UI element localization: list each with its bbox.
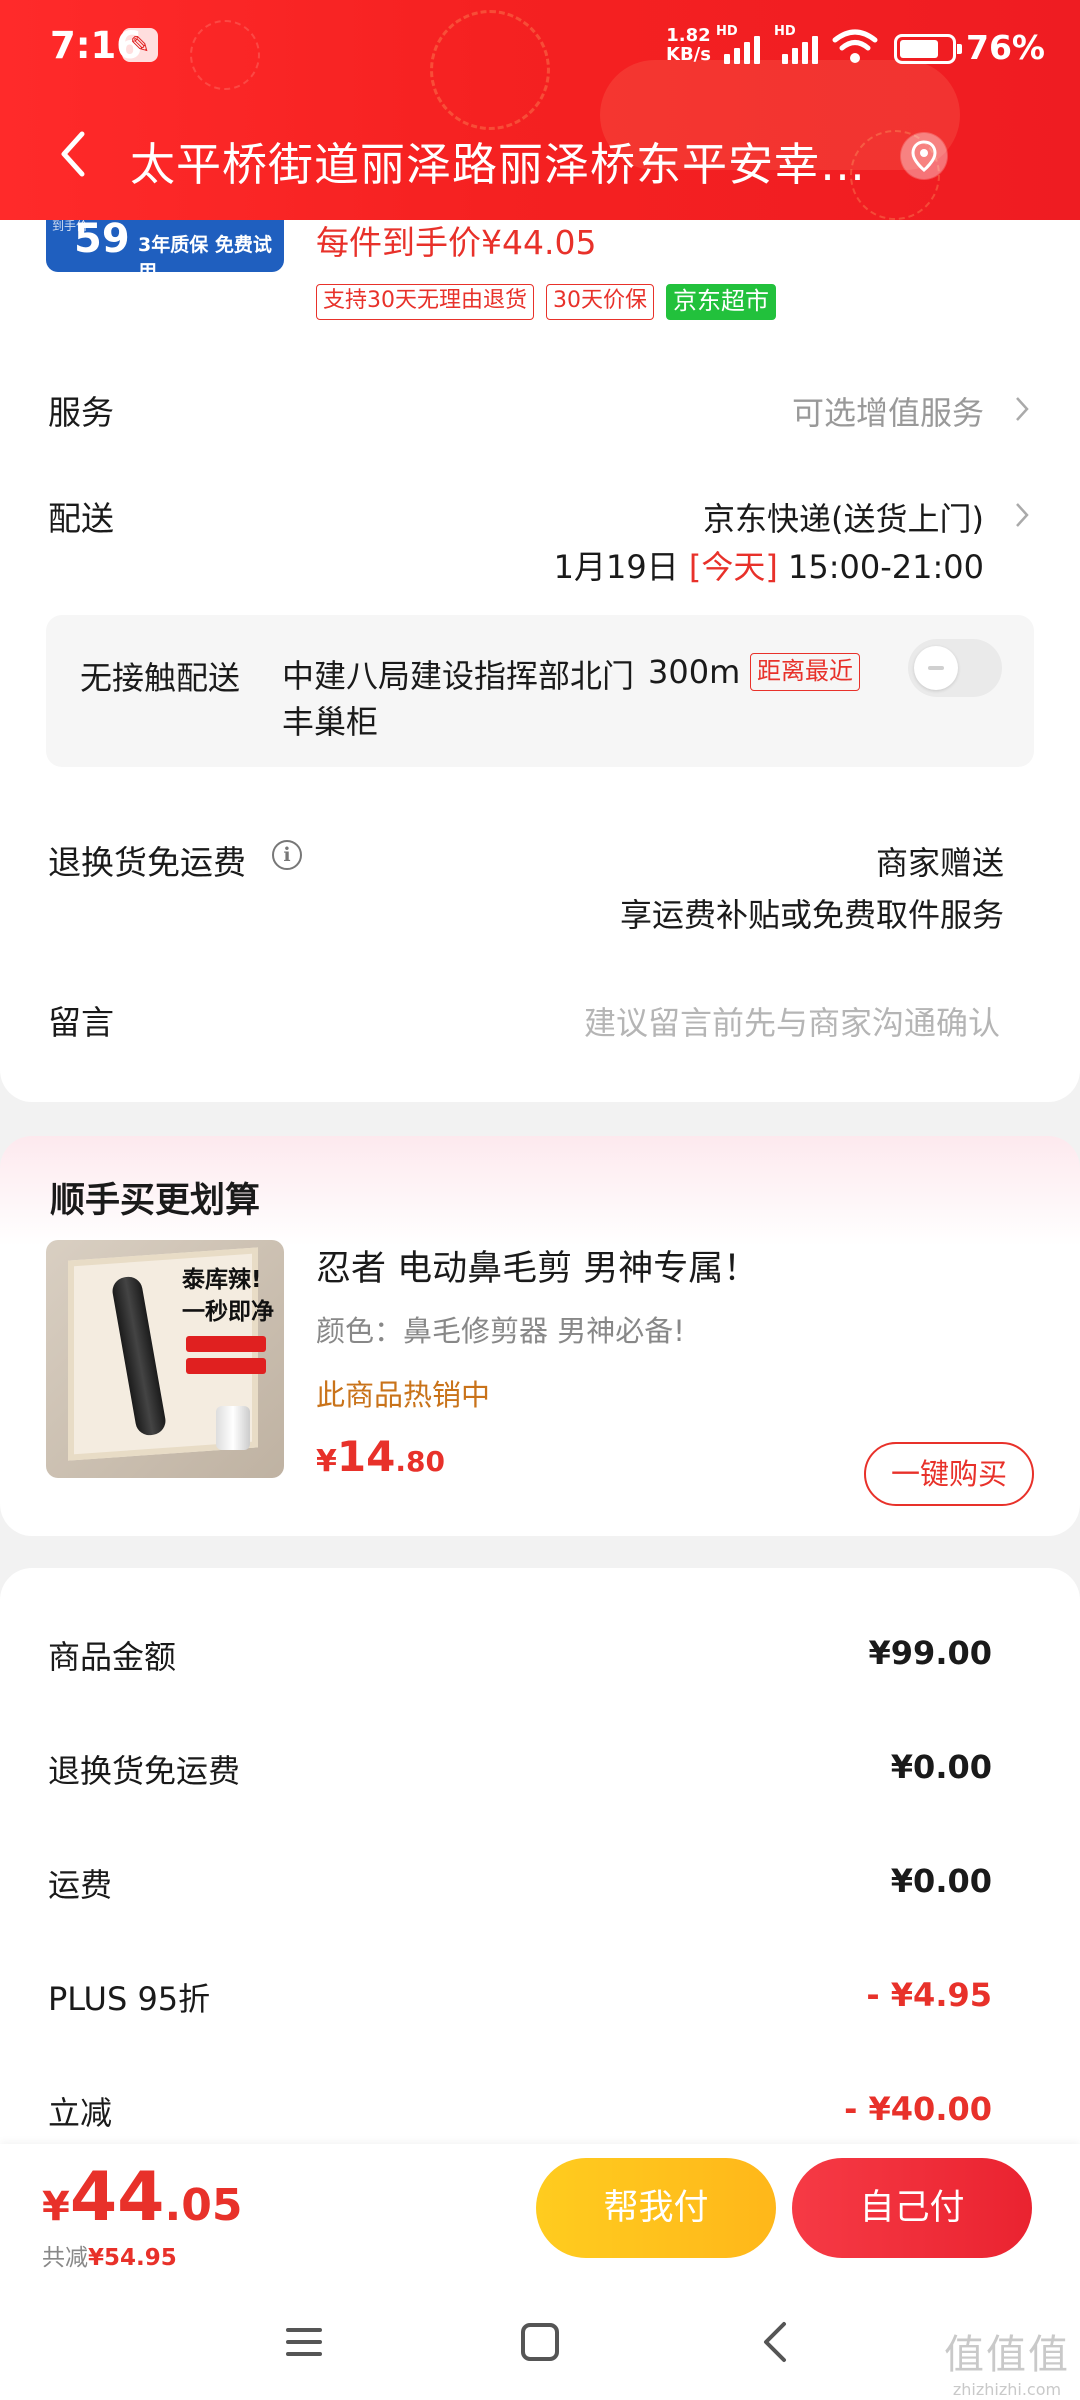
contactless-label: 无接触配送 xyxy=(80,659,241,697)
addon-hot-label: 此商品热销中 xyxy=(316,1378,491,1412)
total-saved[interactable]: 共减¥54.95 xyxy=(42,2238,177,2272)
tag-jd-supermarket: 京东超市 xyxy=(666,284,776,320)
thumbnail-price: 59 xyxy=(74,216,130,262)
status-bar: 7:16 ✎ 1.82 KB/s HD HD 76% xyxy=(0,0,1080,95)
delivery-method: 京东快递(送货上门) xyxy=(703,500,984,538)
contactless-place: 中建八局建设指挥部北门丰巢柜 xyxy=(282,657,635,741)
tag-return: 支持30天无理由退货 xyxy=(316,284,534,320)
nearest-badge: 距离最近 xyxy=(750,653,860,691)
summary-value: ¥99.00 xyxy=(868,1634,992,1672)
product-tags: 支持30天无理由退货 30天价保 京东超市 xyxy=(316,284,776,322)
total-price: ¥44.05 xyxy=(42,2158,243,2237)
site-watermark: 值值值 zhizhizhi.com xyxy=(944,2332,1070,2399)
summary-value: ¥0.00 xyxy=(890,1862,992,1900)
summary-value: ¥0.00 xyxy=(890,1748,992,1786)
back-icon[interactable] xyxy=(44,124,104,184)
summary-value-discount: - ¥40.00 xyxy=(844,2090,992,2128)
nav-row: 太平桥街道丽泽路丽泽桥东平安幸… xyxy=(0,110,1080,200)
system-nav-bar: 值值值 zhizhizhi.com xyxy=(0,2284,1080,2400)
service-row[interactable]: 服务 可选增值服务 xyxy=(48,384,1032,434)
image-red-band xyxy=(186,1358,266,1374)
net-speed: 1.82 KB/s xyxy=(666,25,711,65)
return-shipping-row: 退换货免运费 i 商家赠送 享运费补贴或免费取件服务 xyxy=(48,834,1032,944)
contactless-distance: 300m xyxy=(648,653,741,691)
pay-myself-button[interactable]: 自己付 xyxy=(792,2158,1032,2258)
return-shipping-value: 商家赠送 xyxy=(875,844,1004,882)
toggle-knob xyxy=(914,646,958,690)
price-summary-card: 商品金额 ¥99.00 退换货免运费 ¥0.00 运费 ¥0.00 PLUS 9… xyxy=(0,1568,1080,2168)
header: 7:16 ✎ 1.82 KB/s HD HD 76% 太平桥街道丽泽路丽泽桥东平… xyxy=(0,0,1080,220)
back-nav-icon[interactable] xyxy=(746,2312,806,2372)
message-row[interactable]: 留言 建议留言前先与商家沟通确认 xyxy=(48,994,1032,1044)
summary-row: PLUS 95折 - ¥4.95 xyxy=(48,1974,992,2024)
location-icon[interactable] xyxy=(900,132,948,180)
thumbnail-note: 3年质保 免费试用 xyxy=(138,234,272,272)
addon-name[interactable]: 忍者 电动鼻毛剪 男神专属！ xyxy=(316,1240,758,1291)
order-detail-card: 到手价 59 3年质保 免费试用 每件到手价¥44.05 支持30天无理由退货 … xyxy=(0,180,1080,1102)
info-icon[interactable]: i xyxy=(272,840,302,870)
wifi-icon xyxy=(832,29,878,63)
summary-label: 退换货免运费 xyxy=(48,1752,241,1790)
message-input[interactable]: 建议留言前先与商家沟通确认 xyxy=(584,998,1000,1044)
addon-product-image[interactable]: 泰库辣! 一秒即净 xyxy=(46,1240,284,1478)
summary-row: 立减 - ¥40.00 xyxy=(48,2088,992,2138)
summary-row: 商品金额 ¥99.00 xyxy=(48,1632,992,1682)
tag-price-protect: 30天价保 xyxy=(546,284,654,320)
summary-row: 退换货免运费 ¥0.00 xyxy=(48,1746,992,1796)
summary-label: 立减 xyxy=(48,2094,113,2132)
contactless-toggle[interactable] xyxy=(908,639,1002,697)
addon-section-title: 顺手买更划算 xyxy=(50,1181,261,1221)
home-icon[interactable] xyxy=(510,2312,570,2372)
image-red-band xyxy=(186,1336,266,1352)
addon-price: ¥14.80 xyxy=(316,1432,445,1481)
battery-icon xyxy=(894,34,962,64)
delivery-label: 配送 xyxy=(48,499,114,538)
delivery-today: [今天] xyxy=(688,548,778,586)
delivery-row[interactable]: 配送 京东快递(送货上门) 1月19日 [今天] 15:00-21:00 xyxy=(48,490,1032,590)
return-shipping-desc: 享运费补贴或免费取件服务 xyxy=(619,896,1004,934)
addon-recommend-card: 顺手买更划算 泰库辣! 一秒即净 忍者 电动鼻毛剪 男神专属！ 颜色：鼻毛修剪器… xyxy=(0,1136,1080,1536)
service-label: 服务 xyxy=(48,393,114,432)
delivery-address-title[interactable]: 太平桥街道丽泽路丽泽桥东平安幸… xyxy=(130,128,890,193)
image-slogan: 泰库辣! 一秒即净 xyxy=(182,1267,274,1325)
summary-label: 商品金额 xyxy=(48,1638,177,1676)
contactless-delivery-box: 无接触配送 中建八局建设指挥部北门丰巢柜 300m 距离最近 xyxy=(46,615,1034,767)
service-value: 可选增值服务 xyxy=(791,394,984,432)
battery-fill xyxy=(900,40,938,58)
delivery-time: 1月19日 [今天] 15:00-21:00 xyxy=(554,542,984,588)
signal-icon: HD xyxy=(774,24,824,64)
delivery-date: 1月19日 xyxy=(553,548,679,586)
chevron-right-icon xyxy=(1016,397,1029,421)
image-cap xyxy=(216,1406,250,1450)
delivery-window: 15:00-21:00 xyxy=(788,548,984,586)
signal-icon: HD xyxy=(716,24,766,64)
message-label: 留言 xyxy=(48,1003,114,1042)
help-me-pay-button[interactable]: 帮我付 xyxy=(536,2158,776,2258)
menu-icon[interactable] xyxy=(274,2312,334,2372)
summary-label: PLUS 95折 xyxy=(48,1980,211,2018)
wrench-icon: ✎ xyxy=(122,28,158,62)
chevron-right-icon xyxy=(1016,503,1029,527)
return-shipping-label: 退换货免运费 xyxy=(48,843,246,882)
summary-label: 运费 xyxy=(48,1866,113,1904)
addon-spec: 颜色：鼻毛修剪器 男神必备! xyxy=(316,1314,685,1348)
one-click-buy-button[interactable]: 一键购买 xyxy=(864,1442,1034,1506)
battery-percent: 76% xyxy=(966,28,1045,67)
checkout-bar: ¥44.05 共减¥54.95 帮我付 自己付 xyxy=(0,2144,1080,2284)
summary-value-discount: - ¥4.95 xyxy=(866,1976,992,2014)
summary-row: 运费 ¥0.00 xyxy=(48,1860,992,1910)
unit-price: 每件到手价¥44.05 xyxy=(316,223,597,262)
